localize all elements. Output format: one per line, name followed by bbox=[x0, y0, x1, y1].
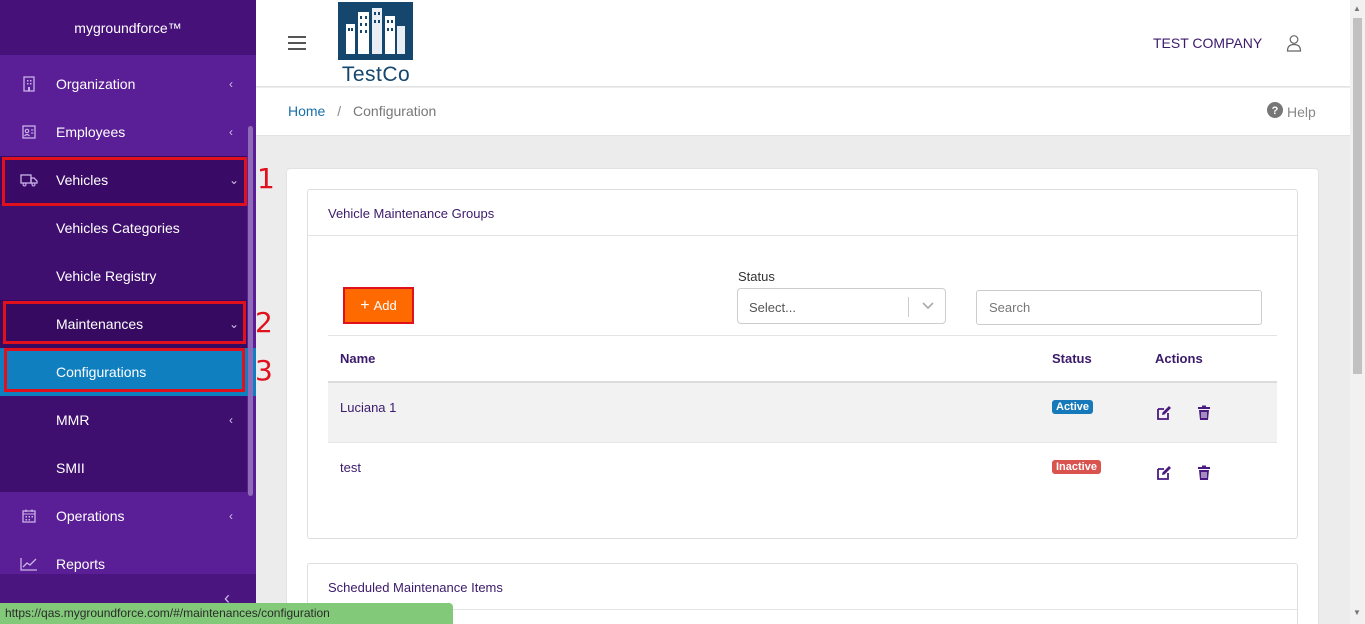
annotation-box-maintenances bbox=[3, 301, 246, 344]
chevron-left-icon: ‹ bbox=[229, 413, 233, 427]
column-header-actions: Actions bbox=[1155, 351, 1203, 366]
sidebar-item-label: Operations bbox=[56, 508, 125, 524]
chevron-left-icon: ‹ bbox=[229, 125, 233, 139]
card-title: Scheduled Maintenance Items bbox=[308, 564, 1297, 610]
group-name: test bbox=[340, 460, 361, 475]
status-badge: Inactive bbox=[1052, 460, 1101, 474]
sidebar-item-label: MMR bbox=[56, 412, 90, 428]
chart-line-icon bbox=[20, 555, 38, 573]
breadcrumb-separator: / bbox=[337, 103, 342, 119]
trash-icon[interactable] bbox=[1197, 465, 1213, 481]
add-button[interactable]: + Add bbox=[343, 287, 414, 324]
table-divider bbox=[328, 335, 1277, 336]
breadcrumb-home-link[interactable]: Home bbox=[288, 103, 325, 119]
status-select-placeholder: Select... bbox=[749, 300, 796, 315]
company-logo: TestCo bbox=[338, 2, 414, 86]
card-title: Vehicle Maintenance Groups bbox=[308, 190, 1297, 236]
breadcrumb-current: Configuration bbox=[353, 103, 437, 119]
edit-icon[interactable] bbox=[1156, 405, 1172, 421]
annotation-number: 1 bbox=[257, 162, 275, 195]
top-bar: TestCo TEST COMPANY bbox=[256, 0, 1350, 87]
svg-text:?: ? bbox=[1272, 105, 1279, 117]
brand-name: mygroundforce™ bbox=[0, 0, 256, 55]
sidebar-item-smii[interactable]: SMII bbox=[0, 444, 247, 492]
question-circle-icon: ? bbox=[1267, 102, 1283, 121]
scroll-up-icon[interactable]: ▲ bbox=[1353, 4, 1361, 13]
building-icon bbox=[20, 75, 38, 93]
calendar-icon bbox=[20, 507, 38, 525]
sidebar-item-vehicle-registry[interactable]: Vehicle Registry bbox=[0, 252, 247, 300]
help-link[interactable]: ? Help bbox=[1267, 102, 1316, 121]
table-row[interactable]: Luciana 1 Active bbox=[328, 383, 1277, 443]
sidebar-item-employees[interactable]: Employees ‹ bbox=[0, 108, 247, 156]
table-row[interactable]: test Inactive bbox=[328, 443, 1277, 503]
status-filter-label: Status bbox=[738, 269, 775, 284]
add-button-label: Add bbox=[373, 298, 397, 313]
annotation-number: 2 bbox=[255, 306, 273, 339]
annotation-box-vehicles bbox=[2, 157, 247, 206]
sidebar-item-mmr[interactable]: MMR ‹ bbox=[0, 396, 247, 444]
column-header-name: Name bbox=[340, 351, 376, 366]
hamburger-menu-icon[interactable] bbox=[288, 36, 306, 50]
annotation-box-configurations bbox=[4, 348, 245, 392]
scrollbar-thumb[interactable] bbox=[1353, 18, 1362, 374]
scheduled-maintenance-items-card: Scheduled Maintenance Items bbox=[307, 563, 1298, 624]
scroll-down-icon[interactable]: ▼ bbox=[1353, 608, 1361, 617]
status-select[interactable]: Select... bbox=[737, 288, 946, 324]
plus-icon: + bbox=[360, 296, 370, 314]
sidebar-item-label: SMII bbox=[56, 460, 85, 476]
status-url: https://qas.mygroundforce.com/#/maintena… bbox=[0, 603, 453, 624]
sidebar-item-label: Vehicles Categories bbox=[56, 220, 180, 236]
breadcrumb-bar: Home / Configuration ? Help bbox=[256, 88, 1350, 136]
logo-text: TestCo bbox=[341, 63, 411, 86]
chevron-left-icon: ‹ bbox=[229, 77, 233, 91]
group-name: Luciana 1 bbox=[340, 400, 397, 415]
status-badge: Active bbox=[1052, 400, 1094, 414]
sidebar-item-label: Organization bbox=[56, 76, 136, 92]
column-header-status: Status bbox=[1052, 351, 1092, 366]
edit-icon[interactable] bbox=[1156, 465, 1172, 481]
company-name[interactable]: TEST COMPANY bbox=[1153, 35, 1262, 51]
user-icon[interactable] bbox=[1286, 34, 1302, 55]
chevron-left-icon: ‹ bbox=[229, 509, 233, 523]
select-divider bbox=[908, 297, 909, 317]
help-label: Help bbox=[1287, 103, 1316, 120]
sidebar-item-vehicles-categories[interactable]: Vehicles Categories bbox=[0, 204, 247, 252]
id-card-icon bbox=[20, 123, 38, 141]
search-input[interactable] bbox=[976, 290, 1262, 325]
sidebar-item-label: Employees bbox=[56, 124, 126, 140]
sidebar-item-label: Vehicle Registry bbox=[56, 268, 157, 284]
sidebar-item-organization[interactable]: Organization ‹ bbox=[0, 60, 247, 108]
sidebar-scrollbar[interactable] bbox=[248, 126, 253, 496]
chevron-down-icon[interactable] bbox=[921, 298, 935, 315]
sidebar-item-label: Reports bbox=[56, 556, 106, 572]
trash-icon[interactable] bbox=[1197, 405, 1213, 421]
page-scrollbar[interactable]: ▲ ▼ bbox=[1350, 0, 1365, 624]
annotation-number: 3 bbox=[255, 354, 273, 387]
sidebar-item-operations[interactable]: Operations ‹ bbox=[0, 492, 247, 540]
breadcrumb: Home / Configuration bbox=[288, 103, 436, 119]
